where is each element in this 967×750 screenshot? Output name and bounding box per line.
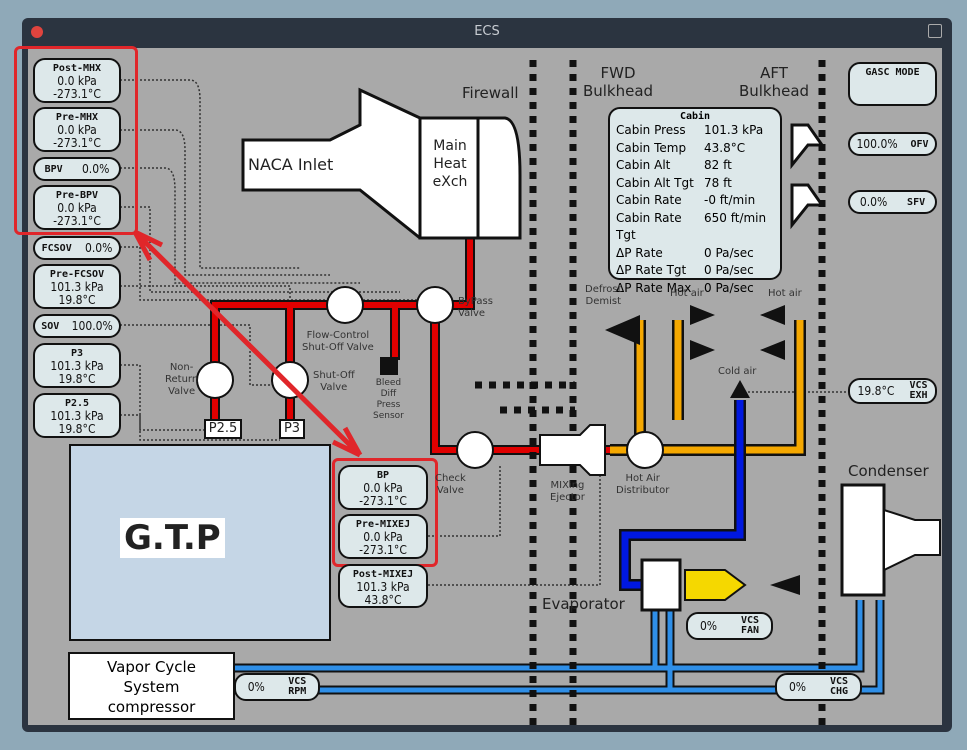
naca-inlet-label: NACA Inlet [248, 155, 334, 174]
gauge-temp: 19.8°C [58, 372, 96, 386]
gauge-temp: 19.8°C [58, 293, 96, 307]
gauge-name: SFV [907, 196, 926, 208]
cabin-row: ΔP Rate 0 Pa/sec [616, 245, 754, 260]
condenser-label: Condenser [848, 462, 929, 480]
gauge-temp: -273.1°C [359, 494, 407, 508]
fwd-bulkhead-label: FWD Bulkhead [582, 64, 654, 100]
cabin-row: ΔP Rate Tgt 0 Pa/sec [616, 263, 754, 277]
gauge-temp: -273.1°C [53, 87, 101, 101]
bleed-pipes [212, 230, 620, 453]
gauge-temp: 19.8°C [58, 422, 96, 436]
gauge-value: 0.0% [859, 194, 888, 209]
pipe-outlines [210, 230, 620, 455]
gauge-name: FCSOV [41, 242, 72, 254]
gauge-p3: P3 101.3 kPa 19.8°C [33, 343, 121, 388]
hot-air-label: Hot air [670, 288, 704, 299]
gauge-name: RPM [288, 686, 307, 697]
bleed-sensor-label: Bleed Diff Press Sensor [373, 378, 404, 421]
gauge-value: 0% [247, 679, 265, 694]
gauge-value: 0% [788, 679, 807, 694]
gasc-mode-display: GASC MODE [848, 62, 937, 106]
gauge-post-mhx: Post-MHX 0.0 kPa -273.1°C [33, 58, 121, 103]
condenser [840, 483, 886, 597]
hot-air-distributor-label: Hot Air Distributor [616, 473, 670, 496]
non-return-valve-label: Non- Return Valve [165, 362, 199, 397]
p25-label: P2.5 [208, 421, 238, 436]
cabin-row: Cabin Press 101.3 kPa [616, 123, 764, 137]
cabin-panel: Cabin Cabin Press 101.3 kPa Cabin Temp 43.… [608, 107, 782, 295]
gauge-name: OFV [910, 138, 929, 150]
aft-bulkhead-label: AFT Bulkhead [738, 64, 810, 100]
gauge-bpv: BPV 0.0% [33, 157, 121, 181]
gauge-vcs-rpm: 0% VCS RPM [234, 673, 320, 701]
gauge-value: 0% [699, 618, 718, 633]
firewall-label: Firewall [462, 84, 519, 102]
gauge-post-mixej: Post-MIXEJ 101.3 kPa 43.8°C [338, 564, 428, 608]
fcsov-label: Flow-Control Shut-Off Valve [302, 330, 374, 353]
defrost-demist-label: Defrost Demist [585, 284, 622, 307]
gauge-pre-bpv: Pre-BPV 0.0 kPa -273.1°C [33, 185, 121, 230]
cold-air-label: Cold air [718, 366, 757, 377]
gauge-ofv: 100.0% OFV [848, 132, 937, 156]
mhx-label: Main Heat eXch [432, 138, 468, 190]
gauge-value: 0.0% [81, 161, 110, 176]
gauge-name: CHG [829, 686, 849, 697]
gtp-label: G.T.P [120, 518, 225, 558]
gauge-vcs-exh: 19.8°C VCS EXH [848, 378, 937, 404]
gauge-sov: SOV 100.0% [33, 314, 121, 338]
vcs-fan [684, 569, 747, 601]
cabin-row: Cabin Rate Tgt 650 ft/min [616, 210, 767, 243]
cabin-row: Cabin Temp 43.8°C [616, 140, 746, 155]
bypass-valve-label: ByPass Valve [458, 296, 493, 319]
gauge-pre-mixej: Pre-MIXEJ 0.0 kPa -273.1°C [338, 514, 428, 559]
gauge-name: FAN [740, 625, 760, 636]
condenser-fan [883, 508, 941, 572]
gauge-p25: P2.5 101.3 kPa 19.8°C [33, 393, 121, 438]
cabin-row: Cabin Alt 82 ft [616, 158, 732, 172]
cabin-row: Cabin Alt Tgt 78 ft [616, 175, 732, 190]
check-valve-label: Check Valve [435, 473, 466, 496]
gauge-temp: -273.1°C [53, 214, 101, 228]
bleed-diff-sensor [380, 357, 398, 375]
gauge-name: GASC MODE [865, 67, 920, 78]
hot-air-label: Hot air [768, 288, 802, 299]
gauge-value: 19.8°C [857, 383, 895, 398]
mixing-ejector-label: MIXing Ejector [550, 480, 585, 503]
gauge-name: SOV [41, 320, 60, 332]
p3-label: P3 [283, 421, 301, 436]
gauge-value: 0.0% [84, 240, 113, 255]
gauge-value: 100.0% [856, 136, 898, 151]
gauge-pre-fcsov: Pre-FCSOV 101.3 kPa 19.8°C [33, 264, 121, 309]
cabin-row: Cabin Rate -0 ft/min [616, 193, 756, 207]
ecs-schematic [69, 60, 941, 725]
gauge-sfv: 0.0% SFV [848, 190, 937, 214]
gauge-bp: BP 0.0 kPa -273.1°C [338, 465, 428, 510]
gauge-temp: -273.1°C [53, 136, 101, 150]
gauge-temp: -273.1°C [359, 543, 407, 557]
outflow-valves [790, 123, 825, 230]
vapor-cycle-compressor: Vapor Cycle System compressor [68, 652, 235, 720]
sov-label: Shut-Off Valve [313, 370, 355, 393]
gauge-vcs-chg: 0% VCS CHG [775, 673, 862, 701]
gauge-name: EXH [909, 390, 928, 401]
gauge-name: BPV [44, 163, 63, 175]
gauge-temp: 43.8°C [364, 593, 402, 607]
evaporator-label: Evaporator [542, 595, 625, 613]
gauge-vcs-fan: 0% VCS FAN [686, 612, 773, 640]
gauge-value: 100.0% [71, 318, 113, 333]
gauge-pre-mhx: Pre-MHX 0.0 kPa -273.1°C [33, 107, 121, 152]
gauge-fcsov: FCSOV 0.0% [33, 236, 121, 260]
evaporator [640, 558, 682, 612]
cabin-title: Cabin [679, 111, 711, 122]
